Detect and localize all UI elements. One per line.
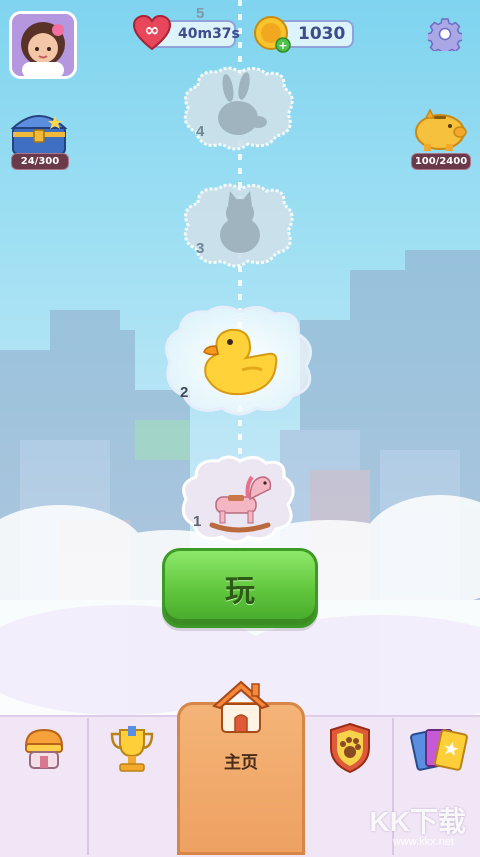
nav-divider (87, 718, 89, 855)
level-4-number: 4 (196, 123, 205, 140)
watermark-logo: KK下载 (369, 806, 466, 837)
level-2-number: 2 (180, 384, 189, 401)
nav-cards-icon[interactable] (408, 724, 468, 774)
chest-progress-badge: 24/300 (11, 153, 69, 170)
coin-count: 1030 (298, 24, 346, 44)
level-1-number: 1 (193, 513, 202, 530)
settings-gear-icon[interactable] (428, 17, 462, 51)
home-house-icon (212, 680, 270, 733)
lives-timer-text: 40m37s (178, 26, 240, 42)
nav-pet-badge-icon[interactable] (327, 722, 373, 774)
piggy-progress-text: 100/2400 (414, 156, 468, 167)
treasure-chest-icon[interactable] (9, 108, 69, 158)
coin-icon: + (254, 16, 291, 53)
nav-shop-icon[interactable] (20, 724, 68, 772)
watermark-url: www.kkx.net (392, 836, 454, 848)
level-3-number: 3 (196, 240, 205, 257)
piggy-bank-icon[interactable] (410, 108, 470, 152)
play-button[interactable]: 玩 (162, 548, 318, 628)
player-avatar[interactable] (9, 11, 77, 79)
level-1-node[interactable] (176, 455, 302, 545)
chest-progress-text: 24/300 (20, 156, 60, 167)
nav-home-label: 主页 (224, 753, 258, 773)
piggy-progress-badge: 100/2400 (411, 153, 471, 170)
svg-text:+: + (278, 39, 287, 52)
play-button-label: 玩 (225, 574, 255, 609)
heart-infinity-icon: ∞ (132, 14, 172, 51)
level-5-number: 5 (196, 5, 205, 22)
level-5-node[interactable]: 5 (178, 0, 238, 24)
nav-trophy-icon[interactable] (108, 724, 156, 774)
svg-text:∞: ∞ (145, 20, 160, 41)
